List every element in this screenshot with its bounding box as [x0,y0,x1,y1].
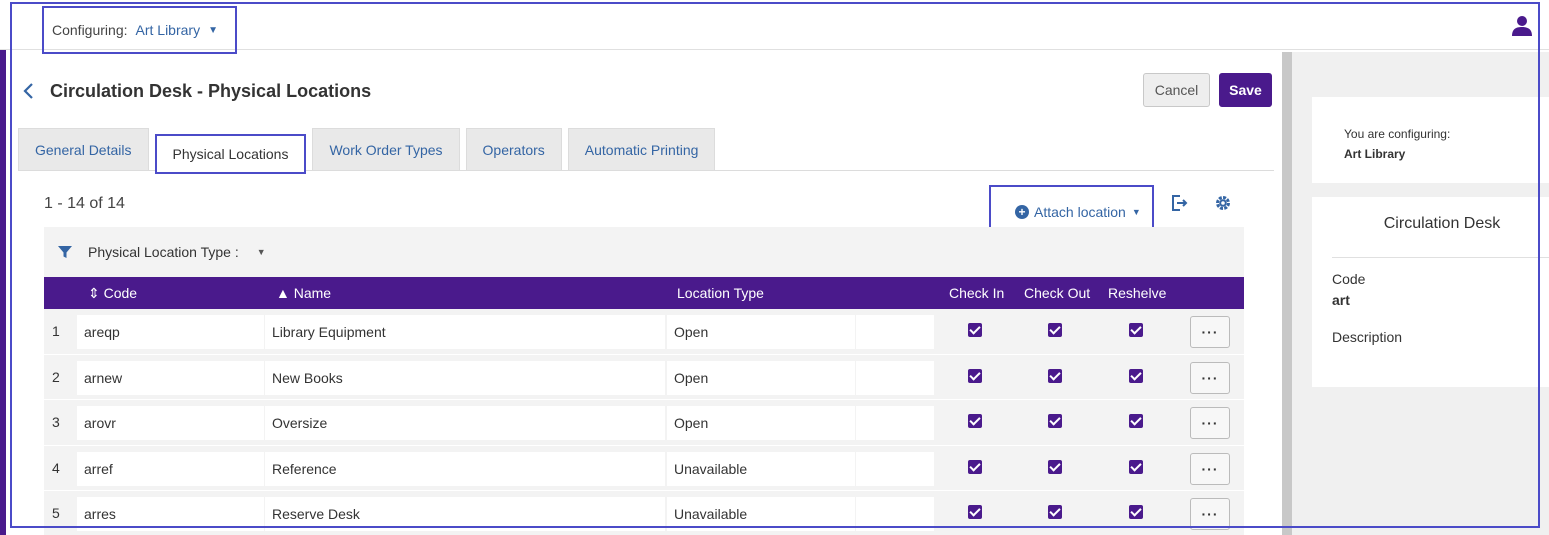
plus-circle-icon: + [1015,205,1029,219]
tab-operators[interactable]: Operators [465,128,562,170]
tab-bar: General Details Physical Locations Work … [18,128,1274,174]
side-description-label: Description [1332,329,1403,345]
row-index: 3 [52,414,60,430]
row-actions-button[interactable]: ··· [1190,316,1230,348]
check-in-checkbox[interactable] [968,368,982,383]
cell-code: arnew [77,360,264,395]
vertical-scrollbar[interactable] [1282,52,1292,535]
tab-automatic-printing[interactable]: Automatic Printing [567,128,716,170]
page-header: Circulation Desk - Physical Locations Ca… [16,65,1282,117]
cell-code: arovr [77,406,264,440]
reshelve-checkbox[interactable] [1129,323,1143,337]
tab-physical-locations[interactable]: Physical Locations [154,134,307,174]
row-index: 4 [52,459,60,476]
cell-code: arref [77,451,264,486]
reshelve-checkbox[interactable] [1129,368,1143,383]
cell-name: New Books [265,360,665,395]
row-index: 2 [52,368,60,385]
attach-location-label: Attach location [1034,204,1126,220]
export-icon[interactable] [1170,194,1188,212]
column-header-check-in[interactable]: Check In [949,285,1004,301]
reshelve-checkbox[interactable] [1129,414,1143,428]
check-out-checkbox[interactable] [1048,459,1062,474]
circulation-desk-panel: Circulation Desk Code art Description [1312,197,1549,387]
table-header: ⇕ Code ▲ Name Location Type Check In Che… [44,277,1244,309]
cell-name: Reference [265,451,665,486]
save-button[interactable]: Save [1219,73,1272,107]
cell-location-type: Unavailable [667,497,855,531]
cell-code: areqp [77,315,264,349]
table-row[interactable]: 4 arref Reference Unavailable ··· [44,445,1244,491]
left-accent-bar [0,50,6,535]
tab-work-order-types[interactable]: Work Order Types [312,128,460,170]
side-code-label: Code [1332,271,1366,287]
cell-name: Library Equipment [265,315,665,349]
configuring-info-panel: You are configuring: Art Library [1312,97,1549,183]
table-row[interactable]: 2 arnew New Books Open ··· [44,354,1244,400]
side-panel-title: Circulation Desk [1383,215,1501,232]
check-out-checkbox[interactable] [1048,368,1062,383]
filter-label: Physical Location Type : [88,244,239,260]
side-panel-divider [1332,257,1549,258]
page-title: Circulation Desk - Physical Locations [50,80,372,101]
check-in-checkbox[interactable] [968,459,982,474]
side-configuring-label: You are configuring: [1344,127,1451,141]
reshelve-checkbox[interactable] [1129,505,1143,519]
back-arrow-icon[interactable] [20,81,38,101]
reshelve-checkbox[interactable] [1129,459,1143,474]
check-in-checkbox[interactable] [968,505,982,519]
row-actions-button[interactable]: ··· [1190,452,1230,485]
table-row[interactable]: 5 arres Reserve Desk Unavailable ··· [44,491,1244,535]
cell-empty [856,451,934,486]
record-count: 1 - 14 of 14 [44,195,125,212]
row-index: 5 [52,505,60,521]
configuring-selector[interactable]: Configuring: Art Library ▼ [42,6,237,54]
cell-empty [856,406,934,440]
cell-location-type: Open [667,315,855,349]
row-index: 1 [52,323,60,339]
cell-empty [856,360,934,395]
row-actions-button[interactable]: ··· [1190,498,1230,530]
cell-location-type: Open [667,360,855,395]
configuring-value[interactable]: Art Library [136,22,201,38]
column-header-name[interactable]: ▲ Name [276,285,331,301]
caret-down-icon[interactable]: ▼ [257,247,266,257]
side-configuring-value: Art Library [1344,147,1406,161]
side-code-value: art [1332,292,1350,308]
cancel-button[interactable]: Cancel [1143,73,1210,107]
cell-location-type: Unavailable [667,451,855,486]
top-bar: Configuring: Art Library ▼ [0,0,1549,54]
check-out-checkbox[interactable] [1048,505,1062,519]
gear-icon[interactable] [1214,194,1232,212]
column-header-location-type[interactable]: Location Type [677,285,764,301]
check-in-checkbox[interactable] [968,323,982,337]
filter-row[interactable]: Physical Location Type : ▼ [44,227,1244,277]
main-panel: Circulation Desk - Physical Locations Ca… [16,65,1282,535]
cell-location-type: Open [667,406,855,440]
table-row[interactable]: 3 arovr Oversize Open ··· [44,400,1244,446]
configuring-label: Configuring: [52,22,128,38]
caret-down-icon: ▼ [1131,207,1141,217]
cell-code: arres [77,497,264,531]
caret-down-icon[interactable]: ▼ [208,25,218,36]
cell-empty [856,315,934,349]
table-row[interactable]: 1 areqp Library Equipment Open ··· [44,309,1244,355]
tab-general-details[interactable]: General Details [18,128,149,170]
filter-funnel-icon [58,246,72,258]
check-out-checkbox[interactable] [1048,414,1062,428]
column-header-reshelve[interactable]: Reshelve [1108,285,1166,301]
column-header-code[interactable]: ⇕ Code [88,285,137,302]
column-header-check-out[interactable]: Check Out [1024,285,1090,301]
check-in-checkbox[interactable] [968,414,982,428]
cell-name: Reserve Desk [265,497,665,531]
check-out-checkbox[interactable] [1048,323,1062,337]
cell-name: Oversize [265,406,665,440]
user-icon[interactable] [1511,14,1533,36]
cell-empty [856,497,934,531]
table-body: 1 areqp Library Equipment Open ··· 2 arn… [44,309,1244,535]
row-actions-button[interactable]: ··· [1190,407,1230,439]
row-actions-button[interactable]: ··· [1190,361,1230,394]
